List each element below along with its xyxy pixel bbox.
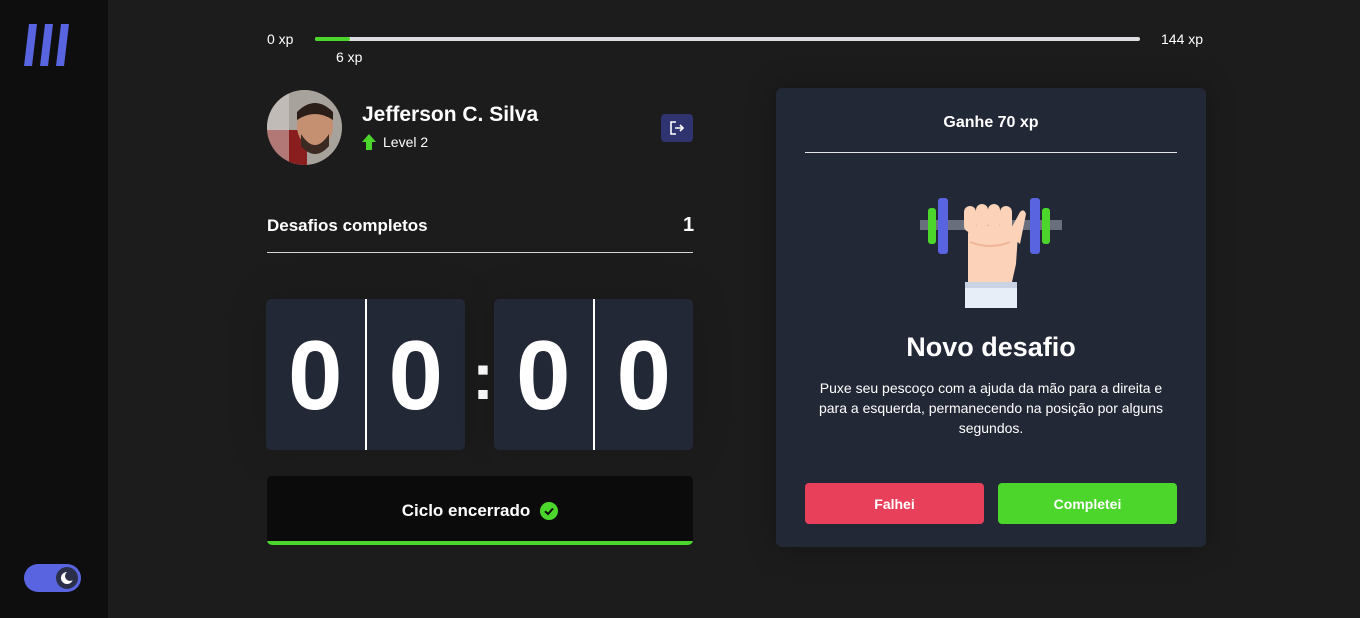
sidebar	[0, 0, 108, 618]
challenge-title: Novo desafio	[906, 332, 1076, 362]
second-tens-digit: 0	[515, 319, 571, 430]
cycle-ended-button[interactable]: Ciclo encerrado	[267, 476, 693, 545]
logout-icon	[670, 121, 685, 135]
challenge-card: Ganhe 70 xp Novo desafio Puxe seu pescoç…	[776, 88, 1206, 547]
divider	[267, 252, 693, 253]
countdown-minutes: 0 0	[266, 299, 465, 450]
level-up-arrow-icon	[362, 134, 376, 150]
challenges-completed-label: Desafios completos	[267, 216, 428, 235]
minute-tens-digit: 0	[287, 319, 343, 430]
level-label: Level 2	[383, 134, 429, 150]
second-ones-digit: 0	[616, 319, 671, 430]
theme-toggle[interactable]	[24, 564, 81, 592]
countdown-seconds: 0 0	[494, 299, 693, 450]
challenge-description: Puxe seu pescoço com a ajuda da mão para…	[818, 380, 1164, 436]
dumbbell-hand-icon	[920, 198, 1062, 308]
card-divider	[805, 152, 1177, 153]
challenge-reward: Ganhe 70 xp	[943, 114, 1039, 131]
xp-start-label: 0 xp	[267, 31, 294, 47]
xp-end-label: 144 xp	[1161, 31, 1204, 47]
stripes-logo[interactable]	[24, 24, 72, 66]
moon-icon	[56, 567, 78, 589]
profile-name: Jefferson C. Silva	[362, 103, 539, 126]
xp-current-label: 6 xp	[336, 49, 363, 65]
level-row: Level 2	[362, 134, 428, 150]
logout-button[interactable]	[661, 114, 693, 142]
check-circle-icon	[540, 501, 559, 520]
countdown-separator: :	[472, 339, 494, 413]
xp-progress-fill	[315, 37, 350, 41]
challenges-completed-count: 1	[683, 214, 695, 236]
minute-ones-digit: 0	[388, 319, 443, 430]
avatar	[267, 90, 342, 165]
complete-button[interactable]: Completei	[998, 483, 1177, 524]
fail-button[interactable]: Falhei	[805, 483, 984, 524]
xp-progress-bar	[315, 37, 1140, 41]
cycle-ended-label: Ciclo encerrado	[401, 500, 531, 520]
